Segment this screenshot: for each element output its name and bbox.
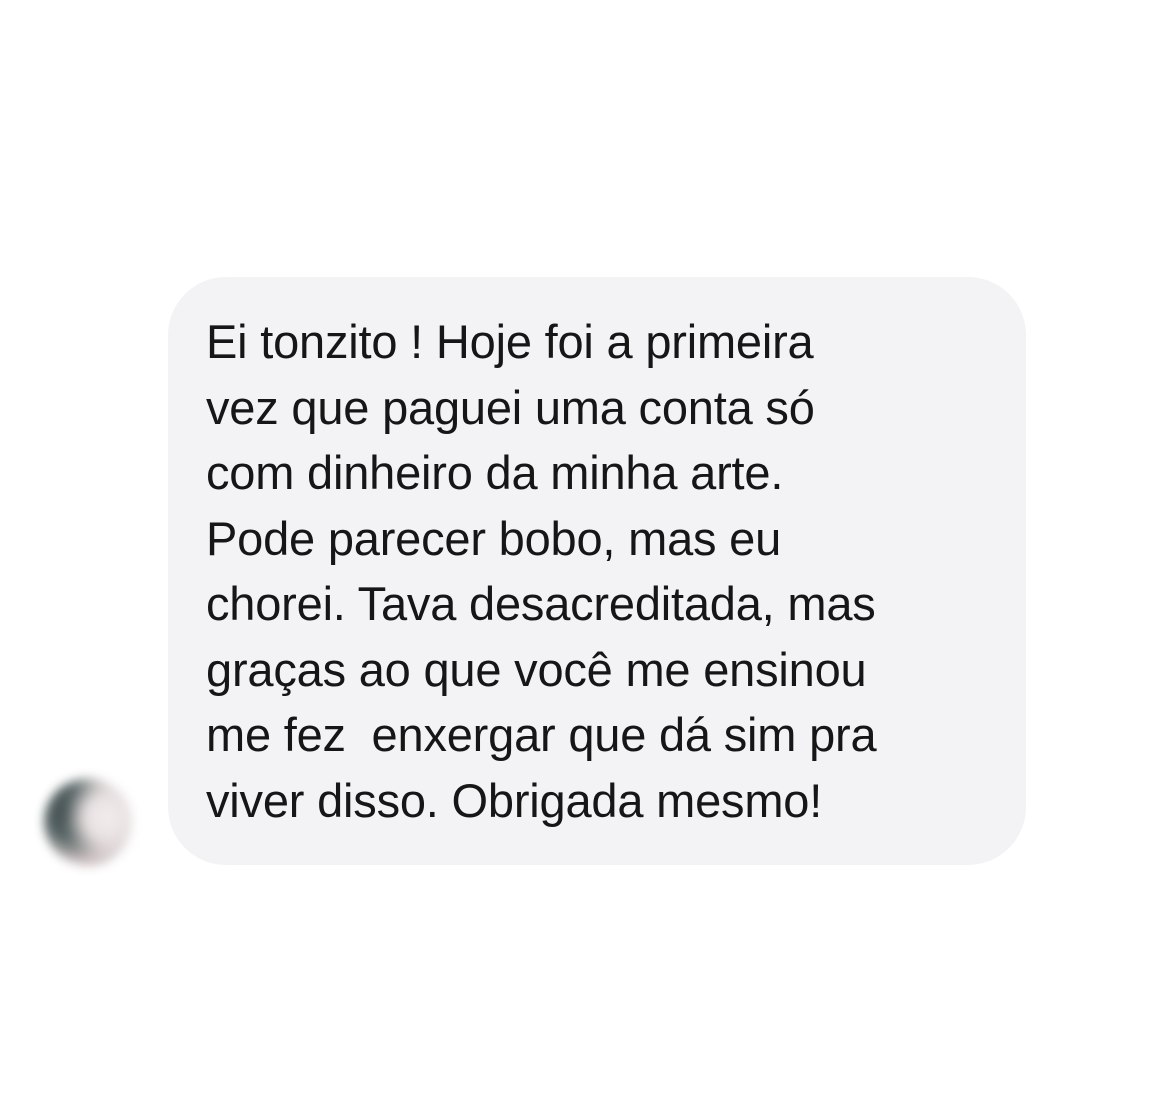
message-line: graças ao que você me ensinou xyxy=(206,642,867,696)
message-text: Ei tonzito ! Hoje foi a primeira vez que… xyxy=(206,309,990,833)
sender-avatar[interactable] xyxy=(44,778,132,866)
message-line: Ei tonzito ! Hoje foi a primeira xyxy=(206,315,814,368)
message-line: com dinheiro da minha arte. xyxy=(206,446,784,499)
incoming-message-bubble[interactable]: Ei tonzito ! Hoje foi a primeira vez que… xyxy=(168,277,1026,865)
message-line: viver disso. Obrigada mesmo! xyxy=(206,773,823,827)
message-line: chorei. Tava desacreditada, mas xyxy=(206,577,876,630)
message-thread: Ei tonzito ! Hoje foi a primeira vez que… xyxy=(0,0,1170,1107)
message-line: me fez enxergar que dá sim pra xyxy=(206,708,877,761)
message-line: vez que paguei uma conta só xyxy=(206,380,815,434)
message-line: Pode parecer bobo, mas eu xyxy=(206,511,782,565)
